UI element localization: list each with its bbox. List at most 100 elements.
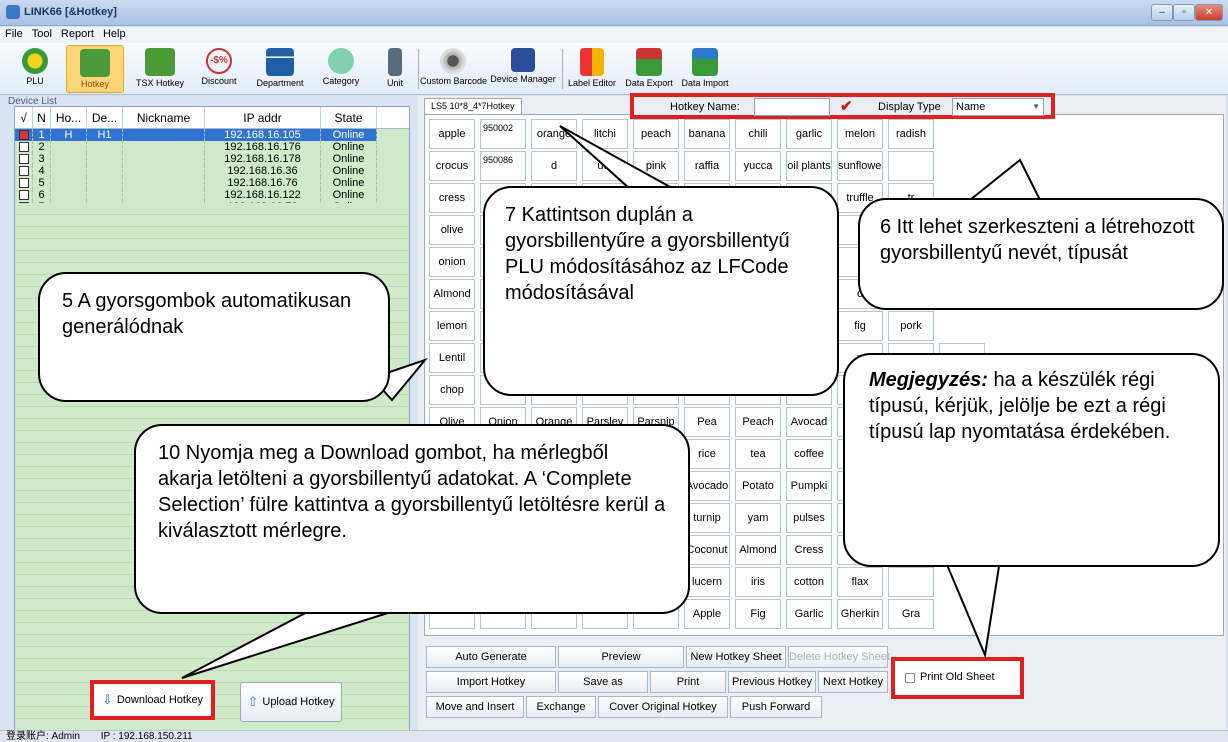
header-ip[interactable]: IP addr: [205, 107, 321, 128]
hotkey-cell[interactable]: crocus: [429, 151, 475, 181]
confirm-check-icon[interactable]: ✔: [840, 97, 853, 115]
row-checkbox[interactable]: [15, 165, 33, 177]
upload-hotkey-button[interactable]: ⇧ Upload Hotkey: [240, 682, 342, 722]
header-n[interactable]: N: [33, 107, 51, 128]
hotkey-cell[interactable]: lemon: [429, 311, 475, 341]
row-checkbox[interactable]: [15, 129, 33, 141]
hotkey-cell[interactable]: Almond: [735, 535, 781, 565]
toolbar-tsx-hotkey-button[interactable]: TSX Hotkey: [132, 45, 188, 93]
toolbar-data-export-button[interactable]: Data Export: [624, 45, 674, 93]
hotkey-cell[interactable]: olive: [429, 215, 475, 245]
menu-file[interactable]: File: [0, 27, 27, 40]
hotkey-cell[interactable]: Almond: [429, 279, 475, 309]
hotkey-cell[interactable]: coffee: [786, 439, 832, 469]
hotkey-cell[interactable]: Lentil: [429, 343, 475, 373]
row-checkbox[interactable]: [15, 177, 33, 189]
toolbar-data-import-button[interactable]: Data Import: [680, 45, 730, 93]
hotkey-cell[interactable]: rice: [684, 439, 730, 469]
hotkey-cell[interactable]: ute: [582, 151, 628, 181]
hotkey-cell[interactable]: chili: [735, 119, 781, 149]
hotkey-cell[interactable]: melon: [837, 119, 883, 149]
hotkey-cell[interactable]: 950086: [480, 151, 526, 181]
hotkey-cell[interactable]: Gherkin: [837, 599, 883, 629]
toolbar-plu-button[interactable]: PLU: [10, 45, 60, 93]
delete-hotkey-sheet-button[interactable]: Delete Hotkey Sheet: [788, 646, 890, 668]
hotkey-cell[interactable]: flax: [837, 567, 883, 597]
toolbar-label-editor-button[interactable]: Label Editor: [564, 45, 620, 93]
hotkey-cell[interactable]: sunflower: [837, 151, 883, 181]
table-row[interactable]: 1 H H1 192.168.16.105 Online: [15, 129, 409, 141]
header-nickname[interactable]: Nickname: [123, 107, 205, 128]
table-row[interactable]: 4 192.168.16.36 Online: [15, 165, 409, 177]
next-hotkey-button[interactable]: Next Hotkey: [818, 671, 888, 693]
hotkey-cell[interactable]: orange: [531, 119, 577, 149]
close-button[interactable]: ✕: [1195, 4, 1223, 21]
toolbar-department-button[interactable]: Department: [248, 45, 312, 93]
hotkey-cell[interactable]: cotton: [786, 567, 832, 597]
minimize-button[interactable]: –: [1151, 4, 1173, 21]
hotkey-cell[interactable]: Garlic: [786, 599, 832, 629]
row-checkbox[interactable]: [15, 141, 33, 153]
header-de[interactable]: De...: [87, 107, 123, 128]
hotkey-cell[interactable]: turnip: [684, 503, 730, 533]
hotkey-cell[interactable]: Avocado: [684, 471, 730, 501]
checkbox[interactable]: [18, 178, 29, 189]
row-checkbox[interactable]: [15, 153, 33, 165]
new-hotkey-sheet-button[interactable]: New Hotkey Sheet: [686, 646, 786, 668]
hotkey-cell[interactable]: 950002: [480, 119, 526, 149]
hotkey-cell[interactable]: Gra: [888, 599, 934, 629]
hotkey-cell[interactable]: lucern: [684, 567, 730, 597]
header-state[interactable]: State: [321, 107, 377, 128]
display-type-select[interactable]: Name: [952, 98, 1044, 116]
previous-hotkey-button[interactable]: Previous Hotkey: [728, 671, 816, 693]
cover-original-hotkey-button[interactable]: Cover Original Hotkey: [598, 696, 728, 718]
hotkey-cell[interactable]: [888, 567, 934, 597]
toolbar-discount-button[interactable]: -$% Discount: [192, 45, 246, 93]
toolbar-unit-button[interactable]: Unit: [378, 45, 412, 93]
move-and-insert-button[interactable]: Move and Insert: [426, 696, 524, 718]
hotkey-cell[interactable]: garlic: [786, 119, 832, 149]
hotkey-cell[interactable]: radish: [888, 119, 934, 149]
push-forward-button[interactable]: Push Forward: [730, 696, 822, 718]
row-checkbox[interactable]: [15, 189, 33, 201]
hotkey-cell[interactable]: pork: [888, 311, 934, 341]
hotkey-cell[interactable]: litchi: [582, 119, 628, 149]
hotkey-cell[interactable]: [888, 151, 934, 181]
table-row[interactable]: 5 192.168.16.76 Online: [15, 177, 409, 189]
hotkey-cell[interactable]: onion: [429, 247, 475, 277]
menu-tool[interactable]: Tool: [27, 27, 56, 40]
import-hotkey-button[interactable]: Import Hotkey: [426, 671, 556, 693]
hotkey-cell[interactable]: Potato: [735, 471, 781, 501]
hotkey-cell[interactable]: oil plants: [786, 151, 832, 181]
hotkey-cell[interactable]: apple: [429, 119, 475, 149]
hotkey-cell[interactable]: pink: [633, 151, 679, 181]
tab-sheet[interactable]: LS5 10*8_4*7Hotkey: [424, 98, 522, 114]
hotkey-cell[interactable]: pulses: [786, 503, 832, 533]
hotkey-cell[interactable]: Pea: [684, 407, 730, 437]
checkbox[interactable]: [18, 190, 29, 201]
menu-report[interactable]: Report: [56, 27, 98, 40]
hotkey-cell[interactable]: banana: [684, 119, 730, 149]
print-button[interactable]: Print: [650, 671, 726, 693]
checkbox[interactable]: [18, 130, 29, 141]
hotkey-cell[interactable]: peach: [633, 119, 679, 149]
hotkey-cell[interactable]: Coconut: [684, 535, 730, 565]
header-ho[interactable]: Ho...: [51, 107, 87, 128]
hotkey-cell[interactable]: raffia: [684, 151, 730, 181]
toolbar-custom-barcode-button[interactable]: Custom Barcode: [420, 45, 487, 93]
hotkey-cell[interactable]: d: [531, 151, 577, 181]
hotkey-cell[interactable]: yam: [735, 503, 781, 533]
toolbar-device-manager-button[interactable]: Device Manager: [488, 45, 558, 93]
toolbar-category-button[interactable]: Category: [316, 45, 366, 93]
hotkey-cell[interactable]: cress: [429, 183, 475, 213]
hotkey-cell[interactable]: Pumpki: [786, 471, 832, 501]
checkbox[interactable]: [18, 142, 29, 153]
header-check[interactable]: √: [15, 107, 33, 128]
save-as-button[interactable]: Save as: [558, 671, 648, 693]
print-old-sheet-checkbox[interactable]: [905, 673, 915, 683]
hotkey-cell[interactable]: Cress: [786, 535, 832, 565]
hotkey-cell[interactable]: fig: [837, 311, 883, 341]
menu-help[interactable]: Help: [98, 27, 130, 40]
maximize-button[interactable]: ▫: [1173, 4, 1195, 21]
preview-button[interactable]: Preview: [558, 646, 684, 668]
